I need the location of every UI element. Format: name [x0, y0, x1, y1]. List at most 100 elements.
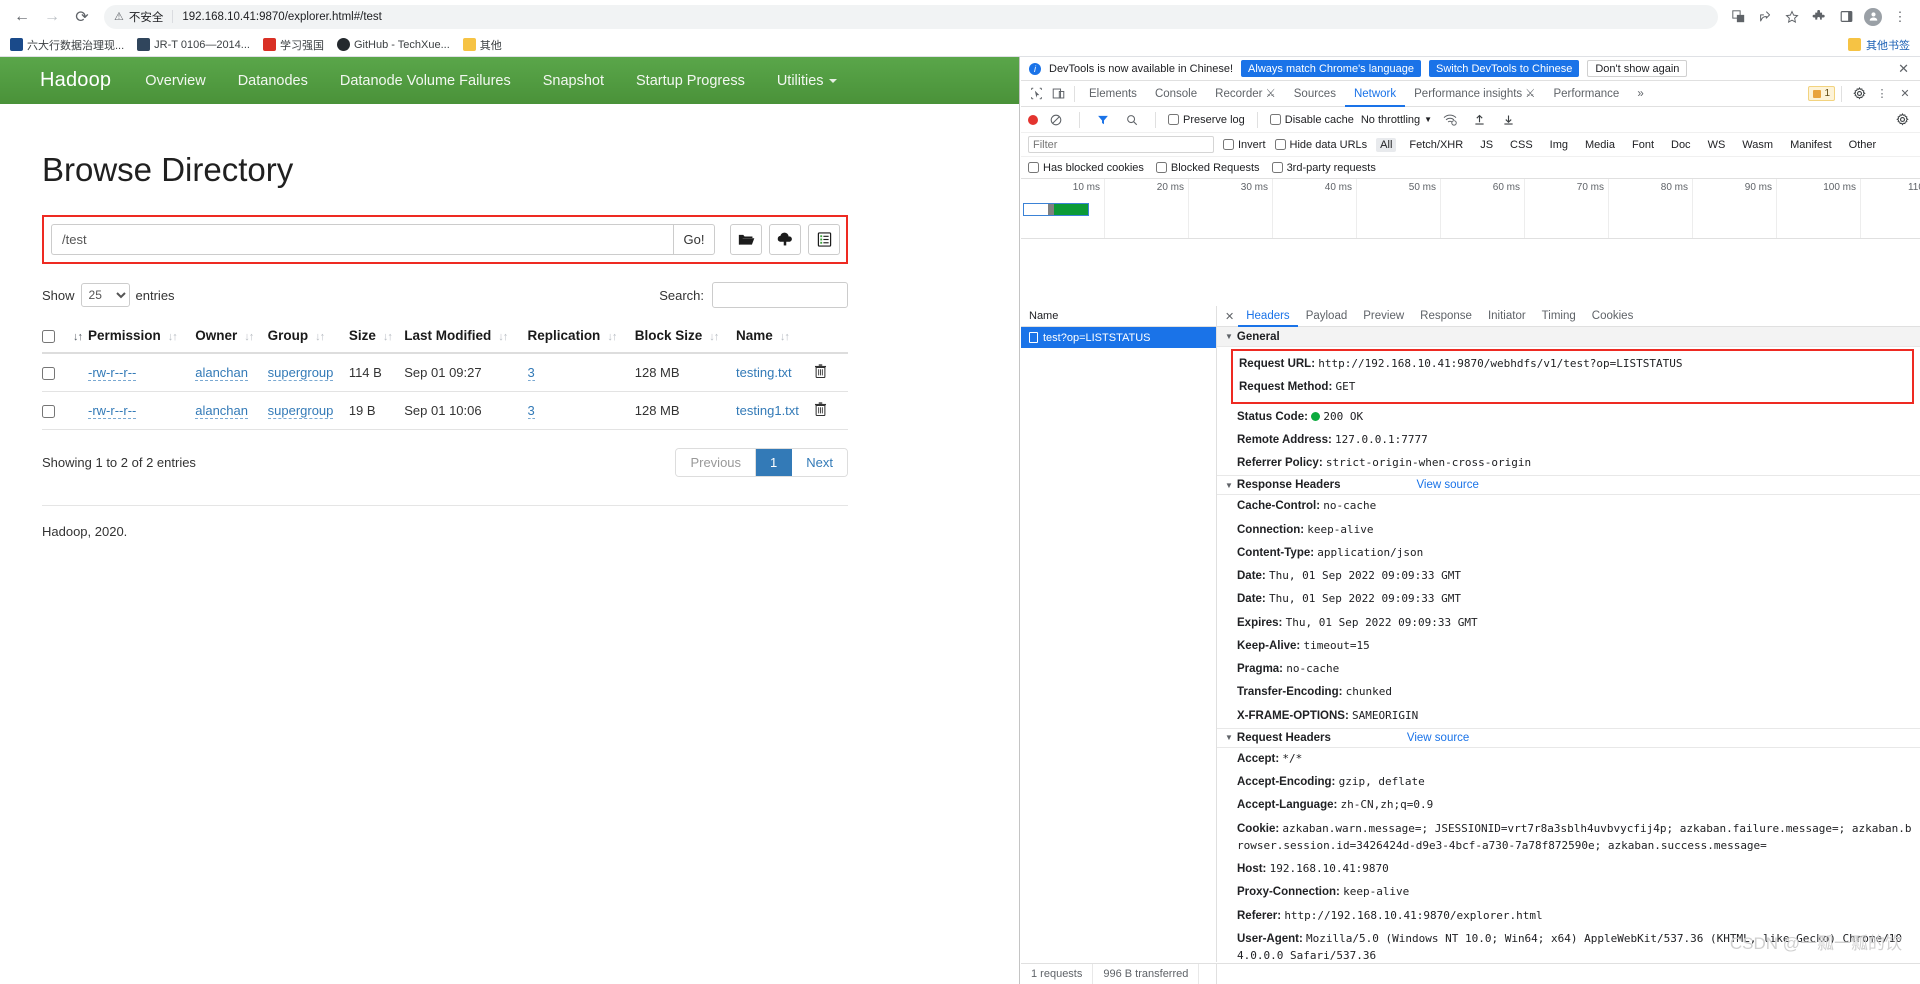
blocked-requests-checkbox[interactable] [1155, 162, 1167, 173]
gear-icon[interactable] [1848, 83, 1870, 105]
tabs-overflow-button[interactable]: » [1628, 81, 1652, 107]
bookmark-item[interactable]: 学习强国 [262, 37, 324, 53]
filter-type-js[interactable]: JS [1476, 138, 1497, 152]
always-match-language-button[interactable]: Always match Chrome's language [1241, 60, 1422, 77]
column-owner[interactable]: Owner ↓↑ [195, 320, 268, 354]
column-replication[interactable]: Replication ↓↑ [527, 320, 635, 354]
forward-button[interactable]: → [38, 3, 66, 31]
row-checkbox[interactable] [42, 405, 55, 419]
column-group[interactable]: Group ↓↑ [267, 320, 349, 354]
request-list-header[interactable]: Name [1021, 306, 1216, 327]
profile-icon[interactable] [1861, 5, 1885, 29]
tab-recorder[interactable]: Recorder ⚔ [1206, 81, 1285, 107]
blocked-requests-toggle[interactable]: Blocked Requests [1155, 162, 1260, 174]
filter-type-doc[interactable]: Doc [1667, 138, 1695, 152]
sidepanel-icon[interactable] [1834, 5, 1858, 29]
detail-tab-cookies[interactable]: Cookies [1584, 306, 1642, 327]
select-all-checkbox[interactable] [42, 329, 55, 343]
filter-input[interactable] [1028, 136, 1214, 153]
detail-tab-initiator[interactable]: Initiator [1480, 306, 1534, 327]
invert-toggle[interactable]: Invert [1223, 139, 1266, 151]
filter-type-wasm[interactable]: Wasm [1738, 138, 1777, 152]
filter-type-css[interactable]: CSS [1506, 138, 1537, 152]
hide-data-urls-checkbox[interactable] [1274, 139, 1286, 150]
other-bookmarks-button[interactable]: 其他书签 [1848, 37, 1910, 53]
funnel-icon[interactable] [1092, 109, 1114, 131]
third-party-requests-checkbox[interactable] [1271, 162, 1283, 173]
clear-icon[interactable] [1045, 109, 1067, 131]
request-row[interactable]: test?op=LISTSTATUS [1021, 327, 1216, 348]
preserve-log-checkbox[interactable] [1168, 114, 1179, 125]
third-party-requests-toggle[interactable]: 3rd-party requests [1271, 162, 1376, 174]
filter-type-all[interactable]: All [1376, 137, 1397, 152]
new-directory-button[interactable] [730, 224, 762, 255]
table-row[interactable]: -rw-r--r-- alanchan supergroup 19 B Sep … [42, 391, 848, 430]
tab-elements[interactable]: Elements [1080, 81, 1146, 107]
nav-item-snapshot[interactable]: Snapshot [527, 57, 620, 104]
filter-type-font[interactable]: Font [1628, 138, 1658, 152]
column-size[interactable]: Size ↓↑ [348, 320, 405, 354]
network-settings-gear-icon[interactable] [1891, 109, 1913, 131]
throttling-select[interactable]: No throttling ▼ [1361, 114, 1432, 126]
column-last-modified[interactable]: Last Modified ↓↑ [404, 320, 528, 354]
bookmark-star-icon[interactable] [1780, 5, 1804, 29]
response-headers-section-header[interactable]: ▼ Response Headers View source [1217, 475, 1920, 496]
address-bar[interactable]: ⚠ 不安全 192.168.10.41:9870/explorer.html#/… [104, 4, 1718, 29]
tab-network[interactable]: Network [1345, 81, 1405, 107]
nav-item-overview[interactable]: Overview [129, 57, 221, 104]
close-devtools-icon[interactable]: ✕ [1894, 83, 1916, 105]
trash-icon[interactable] [814, 402, 827, 419]
filter-type-media[interactable]: Media [1581, 138, 1619, 152]
close-icon[interactable]: ✕ [1898, 61, 1912, 77]
dont-show-again-button[interactable]: Don't show again [1587, 60, 1688, 77]
filter-type-other[interactable]: Other [1845, 138, 1881, 152]
preserve-log-toggle[interactable]: Preserve log [1168, 114, 1245, 126]
network-overview-timeline[interactable]: 10 ms 20 ms 30 ms 40 ms 50 ms 60 ms 70 m… [1021, 179, 1920, 239]
general-section-header[interactable]: ▼ General [1217, 327, 1920, 347]
filter-type-ws[interactable]: WS [1704, 138, 1730, 152]
has-blocked-cookies-checkbox[interactable] [1028, 162, 1039, 173]
hadoop-brand[interactable]: Hadoop [30, 69, 129, 92]
group-link[interactable]: supergroup [267, 403, 334, 419]
inspect-element-icon[interactable] [1025, 83, 1047, 105]
detail-tab-preview[interactable]: Preview [1355, 306, 1412, 327]
detail-tab-timing[interactable]: Timing [1534, 306, 1584, 327]
filter-type-img[interactable]: Img [1546, 138, 1572, 152]
translate-icon[interactable] [1726, 5, 1750, 29]
request-headers-section-header[interactable]: ▼ Request Headers View source [1217, 727, 1920, 748]
close-icon[interactable]: ✕ [1221, 310, 1238, 323]
chrome-menu-icon[interactable]: ⋮ [1888, 5, 1912, 29]
cut-paste-button[interactable] [808, 224, 840, 255]
detail-tab-headers[interactable]: Headers [1238, 306, 1297, 327]
issues-badge[interactable]: 1 [1808, 86, 1835, 101]
search-input[interactable] [712, 282, 848, 308]
column-permission[interactable]: Permission ↓↑ [88, 320, 196, 354]
nav-item-datanode-volume-failures[interactable]: Datanode Volume Failures [324, 57, 527, 104]
owner-link[interactable]: alanchan [195, 403, 248, 419]
view-source-link[interactable]: View source [1407, 732, 1469, 744]
pagination-next[interactable]: Next [792, 449, 847, 476]
page-length-select[interactable]: 25 50 100 [80, 283, 130, 307]
file-name-link[interactable]: testing.txt [736, 365, 792, 380]
reload-button[interactable]: ⟳ [68, 3, 96, 31]
path-input[interactable] [51, 224, 673, 255]
record-icon[interactable] [1028, 114, 1038, 125]
row-checkbox[interactable] [42, 367, 55, 381]
extensions-icon[interactable] [1807, 5, 1831, 29]
permission-link[interactable]: -rw-r--r-- [88, 365, 137, 381]
device-toolbar-icon[interactable] [1047, 83, 1069, 105]
switch-devtools-language-button[interactable]: Switch DevTools to Chinese [1429, 60, 1580, 77]
replication-link[interactable]: 3 [527, 365, 535, 381]
nav-item-datanodes[interactable]: Datanodes [222, 57, 324, 104]
pagination-page-1[interactable]: 1 [756, 449, 793, 476]
wifi-icon[interactable] [1439, 109, 1461, 131]
devtools-more-icon[interactable]: ⋮ [1871, 83, 1893, 105]
back-button[interactable]: ← [8, 3, 36, 31]
permission-link[interactable]: -rw-r--r-- [88, 403, 137, 419]
import-icon[interactable] [1468, 109, 1490, 131]
detail-tab-payload[interactable]: Payload [1298, 306, 1356, 327]
headers-scroll-area[interactable]: ▼ General Request URL: http://192.168.10… [1217, 327, 1920, 962]
bookmark-item[interactable]: 其他 [462, 37, 502, 53]
replication-link[interactable]: 3 [527, 403, 535, 419]
hide-data-urls-toggle[interactable]: Hide data URLs [1274, 139, 1367, 151]
